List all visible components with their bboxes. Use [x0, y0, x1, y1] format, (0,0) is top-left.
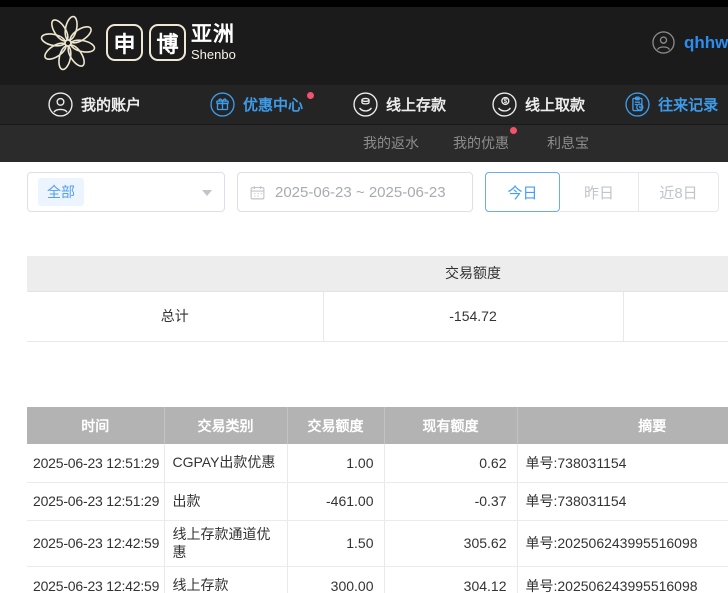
cell-summary: 单号:202506243995516098	[517, 520, 728, 567]
cell-balance: -0.37	[384, 482, 517, 520]
nav-label: 往来记录	[658, 94, 718, 115]
today-button[interactable]: 今日	[485, 172, 560, 212]
cell-amount: 1.50	[287, 520, 384, 567]
subnav-label: 我的返水	[363, 135, 419, 151]
page: 申 博 亚洲 Shenbo qhhw	[0, 0, 728, 593]
date-range-input[interactable]: 2025-06-23 ~ 2025-06-23	[237, 172, 473, 212]
cell-type: 出款	[164, 482, 287, 520]
svg-text:$: $	[504, 98, 508, 105]
notification-dot	[510, 127, 517, 134]
cell-amount: -461.00	[287, 482, 384, 520]
date-range-value: 2025-06-23 ~ 2025-06-23	[275, 184, 446, 201]
nav-label: 我的账户	[81, 94, 141, 115]
col-header-balance: 现有额度	[384, 407, 517, 444]
subnav-item-my-rebate[interactable]: 我的返水	[363, 133, 419, 153]
subnav-label: 利息宝	[547, 135, 589, 151]
col-header-summary: 摘要	[517, 407, 728, 444]
subnav-label: 我的优惠	[453, 135, 509, 151]
table-row: 2025-06-23 12:42:59 线上存款 300.00 304.12 单…	[27, 567, 728, 593]
gift-icon	[210, 92, 243, 117]
summary-total-label: 总计	[27, 291, 323, 341]
table-row: 2025-06-23 12:42:59 线上存款通道优惠 1.50 305.62…	[27, 520, 728, 567]
nav-label: 线上存款	[386, 94, 446, 115]
quick-date-buttons: 今日 昨日 近8日	[485, 172, 719, 212]
username: qhhw	[684, 33, 728, 53]
last-8-days-button[interactable]: 近8日	[639, 172, 719, 212]
type-select[interactable]: 全部	[27, 172, 225, 212]
subnav-item-my-promotions[interactable]: 我的优惠	[453, 133, 509, 153]
nav-item-my-account[interactable]: 我的账户	[48, 85, 141, 124]
summary-empty-cell	[623, 291, 728, 341]
sub-nav: 我的返水 我的优惠 利息宝	[0, 124, 728, 162]
nav-item-promotions[interactable]: 优惠中心	[210, 85, 303, 124]
logo-region: 亚洲	[191, 24, 236, 45]
nav-item-online-deposit[interactable]: 线上存款	[353, 85, 446, 124]
nav-label: 优惠中心	[243, 94, 303, 115]
user-account[interactable]: qhhw	[652, 0, 728, 85]
logo-char-shen: 申	[106, 24, 143, 61]
selected-type-tag[interactable]: 全部	[38, 178, 84, 206]
summary-header-empty	[27, 256, 323, 291]
nav-label: 线上取款	[525, 94, 585, 115]
cell-time: 2025-06-23 12:42:59	[27, 567, 164, 593]
nav-item-transaction-records[interactable]: 往来记录	[625, 85, 718, 124]
withdraw-icon: $	[492, 92, 525, 117]
cell-summary: 单号:202506243995516098	[517, 567, 728, 593]
deposit-icon	[353, 92, 386, 117]
calendar-icon	[238, 184, 266, 201]
transactions-header-row: 时间 交易类别 交易额度 现有额度 摘要	[27, 407, 728, 444]
summary-header-row: 交易额度	[27, 256, 728, 291]
cell-balance: 0.62	[384, 444, 517, 482]
summary-total-row: 总计 -154.72	[27, 291, 728, 341]
col-header-time: 时间	[27, 407, 164, 444]
logo: 申 博 亚洲 Shenbo	[36, 11, 236, 75]
chevron-down-icon	[202, 190, 212, 196]
user-icon	[48, 92, 81, 117]
nav-item-online-withdrawal[interactable]: $ 线上取款	[492, 85, 585, 124]
summary-header-amount: 交易额度	[323, 256, 623, 291]
cell-balance: 305.62	[384, 520, 517, 567]
notification-dot	[307, 92, 314, 99]
logo-char-bo: 博	[149, 24, 186, 61]
cell-time: 2025-06-23 12:51:29	[27, 482, 164, 520]
cell-amount: 1.00	[287, 444, 384, 482]
records-icon	[625, 92, 658, 117]
subnav-item-interest-treasure[interactable]: 利息宝	[547, 133, 589, 153]
filter-row: 全部 2025-06-23 ~ 2025-06-23 今日 昨日 近8日	[27, 172, 719, 212]
cell-balance: 304.12	[384, 567, 517, 593]
cell-type: 线上存款通道优惠	[164, 520, 287, 567]
main-nav: 我的账户 优惠中心	[0, 85, 728, 124]
cell-time: 2025-06-23 12:42:59	[27, 520, 164, 567]
table-row: 2025-06-23 12:51:29 出款 -461.00 -0.37 单号:…	[27, 482, 728, 520]
cell-time: 2025-06-23 12:51:29	[27, 444, 164, 482]
summary-total-amount: -154.72	[323, 291, 623, 341]
cell-type: CGPAY出款优惠	[164, 444, 287, 482]
transactions-table: 时间 交易类别 交易额度 现有额度 摘要 2025-06-23 12:51:29…	[27, 407, 728, 593]
col-header-amount: 交易额度	[287, 407, 384, 444]
flower-logo-icon	[36, 11, 100, 75]
yesterday-button[interactable]: 昨日	[560, 172, 639, 212]
logo-subtitle: Shenbo	[191, 48, 236, 61]
cell-summary: 单号:738031154	[517, 482, 728, 520]
col-header-type: 交易类别	[164, 407, 287, 444]
table-row: 2025-06-23 12:51:29 CGPAY出款优惠 1.00 0.62 …	[27, 444, 728, 482]
site-header: 申 博 亚洲 Shenbo qhhw	[0, 0, 728, 85]
cell-type: 线上存款	[164, 567, 287, 593]
cell-summary: 单号:738031154	[517, 444, 728, 482]
cell-amount: 300.00	[287, 567, 384, 593]
summary-header-empty	[623, 256, 728, 291]
summary-table: 交易额度 总计 -154.72	[27, 256, 728, 342]
logo-text: 亚洲 Shenbo	[191, 24, 236, 61]
user-avatar-icon	[652, 31, 675, 54]
